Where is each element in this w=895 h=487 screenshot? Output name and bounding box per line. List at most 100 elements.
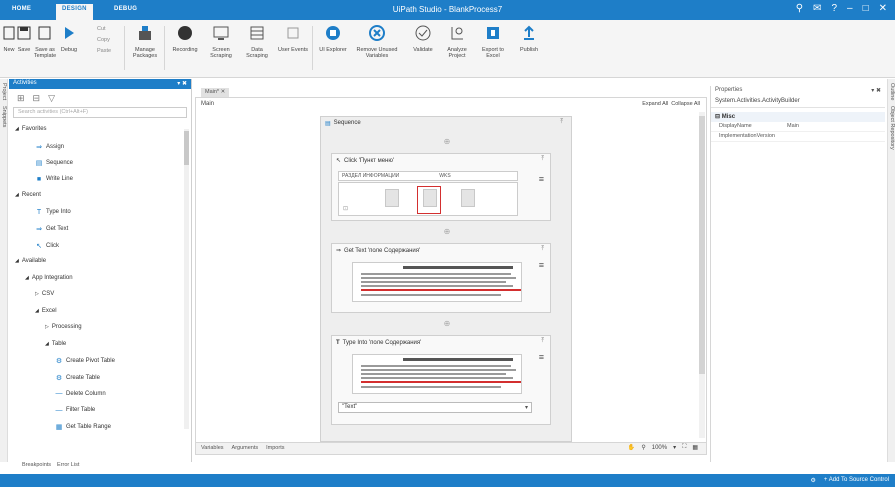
chevron-down-icon[interactable]: ▾ (673, 444, 676, 451)
pan-icon[interactable]: ✋ (628, 444, 635, 451)
filter-icon[interactable]: ▽ (48, 93, 55, 103)
close-tab-icon[interactable]: ✕ (221, 89, 226, 95)
remove-unused-variables-button[interactable]: Remove Unused Variables (352, 22, 402, 59)
cut-button[interactable]: Cut (97, 24, 111, 35)
tree-item[interactable]: ⇒ Assign (35, 143, 64, 151)
designer-scrollbar[interactable] (699, 112, 705, 438)
expand-all-icon[interactable]: ⊞ (17, 93, 25, 103)
tab-error-list[interactable]: Error List (57, 462, 79, 468)
export-to-excel-button[interactable]: Export to Excel (476, 22, 510, 59)
text-input-field[interactable]: "Text" ▾ (338, 402, 532, 413)
fit-to-screen-icon[interactable]: ⛶ (682, 444, 686, 451)
activity-menu-icon[interactable]: ≡ (539, 352, 544, 362)
tab-snippets[interactable]: Snippets (1, 106, 7, 127)
zoom-level[interactable]: 100% (652, 445, 667, 451)
save-button[interactable]: Save (17, 22, 31, 53)
tab-outline[interactable]: Outline (889, 83, 895, 100)
minimize-icon[interactable]: – (847, 3, 853, 14)
validate-button[interactable]: Validate (406, 22, 440, 53)
tree-item[interactable]: — Filter Table (55, 407, 96, 414)
pin-icon[interactable]: ▾ ✖ (177, 80, 187, 87)
debug-button[interactable]: Debug (59, 22, 79, 53)
screenshot-preview[interactable] (352, 262, 522, 302)
tree-item[interactable]: ⚙ Create Table (55, 374, 100, 382)
ui-explorer-button[interactable]: UI Explorer (316, 22, 350, 53)
get-text-activity-card[interactable]: ⇒ Get Text 'поле Содержания' ⤒ ≡ (331, 243, 551, 313)
data-scraping-button[interactable]: Data Scraping (240, 22, 274, 59)
scrollbar-thumb[interactable] (699, 116, 705, 374)
indicate-icon[interactable]: ⊡ (343, 205, 348, 212)
breadcrumb[interactable]: Main (201, 101, 214, 107)
tree-item[interactable]: ◢ Table (45, 341, 66, 347)
analyze-project-button[interactable]: Analyze Project (440, 22, 474, 59)
tree-item[interactable]: — Delete Column (55, 390, 106, 397)
tree-item[interactable]: ▷ CSV (35, 291, 54, 297)
collapse-icon[interactable]: ⤒ (541, 156, 544, 163)
tab-main[interactable]: Main* ✕ (201, 88, 230, 97)
maximize-icon[interactable]: □ (863, 3, 869, 14)
expand-all-link[interactable]: Expand All (642, 101, 668, 107)
activity-menu-icon[interactable]: ≡ (539, 260, 544, 270)
user-events-button[interactable]: User Events (276, 22, 310, 53)
tree-item[interactable]: ⚙ Create Pivot Table (55, 357, 115, 365)
save-as-template-button[interactable]: Save as Template (33, 22, 57, 59)
property-category[interactable]: ⊟ Misc (711, 112, 885, 122)
screen-scraping-button[interactable]: Screen Scraping (204, 22, 238, 59)
copy-button[interactable]: Copy (97, 35, 111, 46)
collapse-icon[interactable]: ⤒ (541, 246, 544, 253)
sequence-container[interactable]: ▤ Sequence ⤒ ⊕ ↖ Click 'Пункт меню' ⤒ РА… (320, 116, 572, 442)
property-row[interactable]: DisplayName Main (711, 122, 885, 132)
tree-item[interactable]: ◢ Excel (35, 308, 57, 314)
tab-breakpoints[interactable]: Breakpoints (22, 462, 51, 468)
paste-button[interactable]: Paste (97, 46, 111, 57)
tree-item[interactable]: ◢ Available (15, 258, 46, 264)
insert-point-icon[interactable]: ⊕ (321, 227, 573, 236)
collapse-all-icon[interactable]: ⊟ (33, 93, 41, 103)
pin-icon[interactable]: ▾ ✖ (871, 87, 881, 94)
notifications-icon[interactable]: ⚙ (811, 477, 816, 484)
property-value[interactable]: Main (783, 122, 885, 131)
scrollbar-thumb[interactable] (184, 131, 189, 165)
close-icon[interactable]: ✕ (879, 3, 887, 14)
search-icon[interactable]: ⚲ (796, 3, 803, 14)
collapse-icon[interactable]: ⤒ (541, 338, 544, 345)
publish-button[interactable]: Publish (512, 22, 546, 53)
tab-imports[interactable]: Imports (266, 445, 284, 451)
tab-variables[interactable]: Variables (201, 445, 224, 451)
property-row[interactable]: ImplementationVersion (711, 132, 885, 142)
collapse-all-link[interactable]: Collapse All (671, 101, 700, 107)
tree-item[interactable]: ■ Write Line (35, 176, 73, 183)
tab-arguments[interactable]: Arguments (232, 445, 259, 451)
feedback-icon[interactable]: ✉ (813, 3, 821, 14)
selector-row[interactable]: РАЗДЕЛ ИНФОРМАЦИИ WKS (338, 171, 518, 181)
zoom-search-icon[interactable]: ⚲ (641, 444, 645, 451)
add-to-source-control[interactable]: + Add To Source Control (824, 477, 889, 484)
tree-item[interactable]: ▤ Sequence (35, 159, 73, 167)
tree-item[interactable]: ↖ Click (35, 242, 59, 250)
activities-search-input[interactable]: Search activities (Ctrl+Alt+F) (13, 107, 187, 118)
tab-project[interactable]: Project (1, 83, 7, 100)
overview-icon[interactable]: ▦ (692, 444, 698, 451)
activity-menu-icon[interactable]: ≡ (539, 174, 544, 184)
tab-object-repository[interactable]: Object Repository (889, 106, 895, 150)
screenshot-preview[interactable]: ⊡ (338, 182, 518, 216)
new-button[interactable]: New (2, 22, 16, 53)
tree-item[interactable]: ◢ Favorites (15, 126, 47, 132)
tree-item[interactable]: ⇒ Get Text (35, 225, 68, 233)
activities-scrollbar[interactable] (184, 129, 189, 429)
tree-item[interactable]: T Type Into (35, 209, 71, 216)
chevron-down-icon[interactable]: ▾ (525, 404, 528, 411)
tree-item[interactable]: ◢ Recent (15, 192, 41, 198)
type-into-activity-card[interactable]: T Type Into 'поле Содержания' ⤒ ≡ "Text"… (331, 335, 551, 425)
tree-item[interactable]: ▦ Get Table Range (55, 423, 111, 431)
insert-point-icon[interactable]: ⊕ (321, 319, 573, 328)
screenshot-preview[interactable] (352, 354, 522, 394)
recording-button[interactable]: Recording (168, 22, 202, 53)
insert-point-icon[interactable]: ⊕ (321, 137, 573, 146)
help-icon[interactable]: ? (831, 3, 837, 14)
tree-item[interactable]: ▷ Processing (45, 324, 82, 330)
manage-packages-button[interactable]: Manage Packages (128, 22, 162, 59)
click-activity-card[interactable]: ↖ Click 'Пункт меню' ⤒ РАЗДЕЛ ИНФОРМАЦИИ… (331, 153, 551, 221)
tree-item[interactable]: ◢ App Integration (25, 275, 73, 281)
collapse-icon[interactable]: ⤒ (560, 119, 563, 126)
